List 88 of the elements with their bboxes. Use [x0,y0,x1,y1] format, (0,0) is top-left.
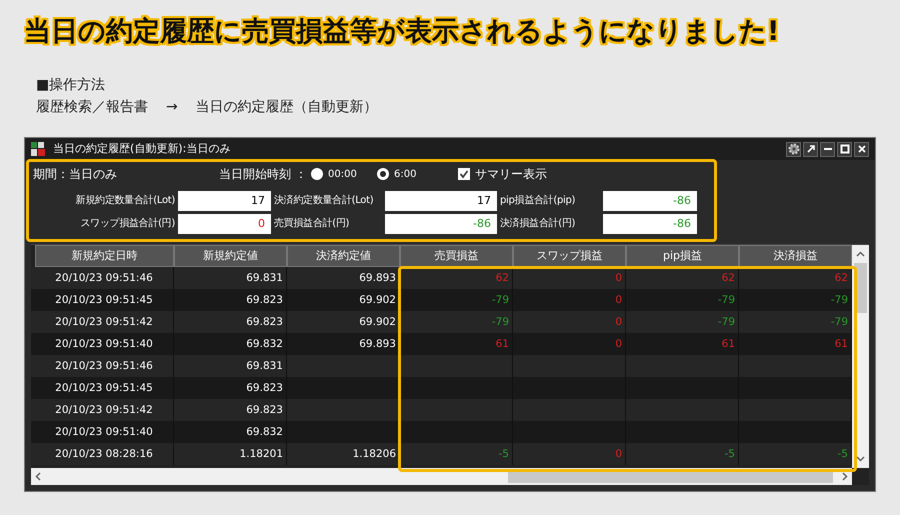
table-cell: -5 [724,447,735,461]
table-cell: 0 [615,337,622,351]
headline: 当日の約定履歴に売買損益等が表示されるようになりました! [24,16,780,47]
table-cell: 69.832 [246,337,283,351]
gear-icon [788,143,800,155]
table-cell: 20/10/23 09:51:46 [55,271,153,285]
instructions-heading: ■操作方法 [36,76,106,94]
settings-button[interactable] [786,142,801,156]
table-cell: 69.893 [359,337,396,351]
table-cell: 61 [722,337,735,351]
summary-value-field: -86 [603,191,697,211]
table-cell: 20/10/23 09:51:40 [55,337,153,351]
table-cell: 20/10/23 09:51:42 [55,403,153,417]
table-cell: 0 [615,293,622,307]
horizontal-scrollbar[interactable] [31,468,852,485]
show-summary-checkbox[interactable]: サマリー表示 [458,165,547,183]
table-cell: 20/10/23 09:51:45 [55,381,153,395]
close-button[interactable] [854,142,869,156]
summary-value-field: -86 [385,214,497,234]
scroll-up-icon [856,251,865,257]
period-label: 期間：当日のみ [33,166,118,183]
table-cell: 69.823 [246,293,283,307]
start-time-radio[interactable]: 6:00 [377,166,443,182]
table-cell: 20/10/23 09:51:45 [55,293,153,307]
table-cell: -79 [492,315,509,329]
table-cell: -5 [838,447,848,461]
scroll-right-icon [842,472,848,481]
summary-label: 決済約定数量合計(Lot) [273,194,374,208]
close-icon [856,144,866,154]
arrow-text: → [166,98,178,116]
menu-path-text: 履歴検索／報告書 [36,98,148,116]
table-cell: 0 [615,315,622,329]
table-cell: 20/10/23 09:51:46 [55,359,153,373]
summary-label: 新規約定数量合計(Lot) [74,194,176,208]
table-cell: 69.831 [246,271,283,285]
table-cell: 0 [615,271,622,285]
column-header[interactable]: 決済損益 [739,245,852,267]
maximize-icon [840,144,850,154]
menu-path-text: 当日の約定履歴（自動更新） [196,98,378,116]
table-cell: -79 [830,293,848,307]
table-cell: 1.18201 [240,447,283,461]
start-time-radio[interactable]: 00:00 [311,166,377,182]
table-cell: -79 [830,315,848,329]
scroll-left-icon [35,472,41,481]
table-cell: -79 [492,293,509,307]
minimize-button[interactable] [820,142,835,156]
column-header[interactable]: 決済約定値 [287,245,400,267]
table-cell: 69.823 [246,381,283,395]
summary-value-field: 0 [178,214,271,234]
table-cell: 69.902 [359,293,396,307]
table-cell: 69.831 [246,359,283,373]
table-cell: 69.823 [246,315,283,329]
scroll-down-icon [856,456,865,462]
popout-button[interactable] [803,142,818,156]
summary-value-field: 17 [385,191,497,211]
summary-value-field: -86 [603,214,697,234]
column-header[interactable]: スワップ損益 [513,245,626,267]
table-cell: 62 [834,271,848,285]
summary-label: pip損益合計(pip) [499,194,576,208]
table-cell: 62 [496,271,509,285]
summary-label: 決済損益合計(円) [499,216,576,231]
arrow-icon [806,144,816,154]
table-cell: -79 [718,315,735,329]
table-cell: 0 [615,447,622,461]
window-title: 当日の約定履歴(自動更新):当日のみ [53,140,230,157]
summary-label: スワップ損益合計(円) [79,216,176,231]
app-icon [31,142,45,156]
summary-label: 売買損益合計(円) [273,216,350,231]
maximize-button[interactable] [837,142,852,156]
table-cell: 20/10/23 08:28:16 [55,447,153,461]
table-cell: 69.902 [359,315,396,329]
column-header[interactable]: pip損益 [626,245,739,267]
table-cell: 61 [834,337,848,351]
start-time-label: 当日開始時刻 ： [219,166,308,183]
table-cell: 20/10/23 09:51:40 [55,425,153,439]
table-cell: 62 [722,271,735,285]
column-header[interactable]: 新規約定日時 [35,245,174,267]
table-cell: 69.893 [359,271,396,285]
column-header[interactable]: 新規約定値 [174,245,287,267]
table-cell: -5 [498,447,509,461]
summary-value-field: 17 [178,191,271,211]
table-cell: 1.18206 [352,447,396,461]
column-header[interactable]: 売買損益 [400,245,513,267]
table-cell: 20/10/23 09:51:42 [55,315,153,329]
table-cell: 69.823 [246,403,283,417]
table-cell: 69.832 [246,425,283,439]
table-cell: 61 [496,337,509,351]
table-cell: -79 [718,293,735,307]
